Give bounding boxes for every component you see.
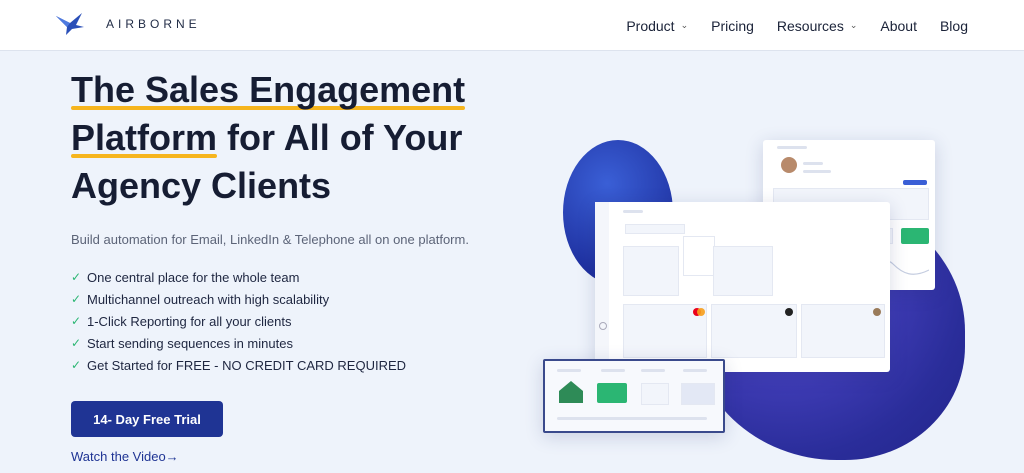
nav-item-about[interactable]: About <box>880 18 917 34</box>
apple-icon <box>785 308 793 316</box>
progress-ring-icon <box>599 322 607 330</box>
check-icon: ✓ <box>71 336 82 350</box>
nav-item-blog[interactable]: Blog <box>940 18 968 34</box>
top-nav: AIRBORNE Product ⌄ Pricing Resources ⌄ A… <box>0 0 1024 51</box>
bird-logo-icon <box>56 13 84 35</box>
nav-item-resources[interactable]: Resources ⌄ <box>777 18 857 34</box>
chevron-down-icon: ⌄ <box>680 20 689 30</box>
placeholder-nodes <box>641 383 669 405</box>
feature-item: ✓ 1-Click Reporting for all your clients <box>71 310 406 332</box>
nav-links: Product ⌄ Pricing Resources ⌄ About Blog <box>603 0 968 51</box>
nav-item-pricing[interactable]: Pricing <box>711 18 754 34</box>
placeholder-line <box>557 369 581 372</box>
sequence-card <box>543 359 725 433</box>
avatar <box>781 157 797 173</box>
hero-title-highlight: Platform <box>71 114 218 162</box>
feature-text: Multichannel outreach with high scalabil… <box>87 291 330 307</box>
chevron-down-icon: ⌄ <box>849 20 858 30</box>
watch-video-link[interactable]: Watch the Video→ <box>71 449 179 464</box>
hero-title: The Sales Engagement Platform for All of… <box>71 66 531 210</box>
placeholder-grid <box>681 383 715 405</box>
placeholder-chip <box>597 383 627 403</box>
hero-subtitle: Build automation for Email, LinkedIn & T… <box>71 232 469 247</box>
placeholder-line <box>623 210 643 213</box>
feature-text: One central place for the whole team <box>87 269 300 285</box>
free-trial-button[interactable]: 14- Day Free Trial <box>71 401 223 437</box>
nav-item-product[interactable]: Product ⌄ <box>626 18 688 34</box>
feature-text: Get Started for FREE - NO CREDIT CARD RE… <box>87 357 407 373</box>
placeholder-panel <box>713 246 773 296</box>
nav-item-label: Blog <box>939 17 968 34</box>
feature-list: ✓ One central place for the whole team ✓ M… <box>71 266 406 376</box>
placeholder-dropdown <box>683 236 715 276</box>
placeholder-line <box>557 417 707 420</box>
house-icon <box>559 381 583 403</box>
placeholder-panel <box>623 246 679 296</box>
hero-title-line2-rest: for All of Your <box>217 117 463 158</box>
placeholder-line <box>641 369 665 372</box>
check-icon: ✓ <box>71 314 82 328</box>
logo[interactable]: AIRBORNE <box>56 13 201 35</box>
feature-item: ✓ Start sending sequences in minutes <box>71 332 406 354</box>
feature-text: 1-Click Reporting for all your clients <box>87 313 292 329</box>
leaf-icon <box>873 308 881 316</box>
nav-item-label: Resources <box>776 17 844 34</box>
feature-text: Start sending sequences in minutes <box>87 335 293 351</box>
sidebar-strip <box>595 202 609 372</box>
watch-video-label: Watch the Video <box>71 449 166 464</box>
check-icon: ✓ <box>71 358 82 372</box>
nav-item-label: Pricing <box>711 17 754 34</box>
hero-title-line1: The Sales Engagement <box>71 66 466 114</box>
logo-text: AIRBORNE <box>106 17 201 31</box>
nav-item-label: About <box>880 17 917 34</box>
placeholder-line <box>683 369 707 372</box>
placeholder-line <box>803 162 823 165</box>
feature-item: ✓ Get Started for FREE - NO CREDIT CARD R… <box>71 354 406 376</box>
feature-item: ✓ Multichannel outreach with high scalabi… <box>71 288 406 310</box>
arrow-right-icon: → <box>165 449 179 464</box>
hero-title-line3: Agency Clients <box>71 165 332 206</box>
placeholder-line <box>777 146 807 149</box>
feature-item: ✓ One central place for the whole team <box>71 266 406 288</box>
mastercard-icon <box>693 308 705 316</box>
placeholder-chip <box>903 180 927 185</box>
placeholder-line <box>601 369 625 372</box>
placeholder-line <box>803 170 831 173</box>
nav-item-label: Product <box>626 17 675 34</box>
dashboard-card-main <box>595 202 890 372</box>
check-icon: ✓ <box>71 292 82 306</box>
check-icon: ✓ <box>71 270 82 284</box>
placeholder-stat-active <box>901 228 929 244</box>
placeholder-search <box>625 224 685 234</box>
